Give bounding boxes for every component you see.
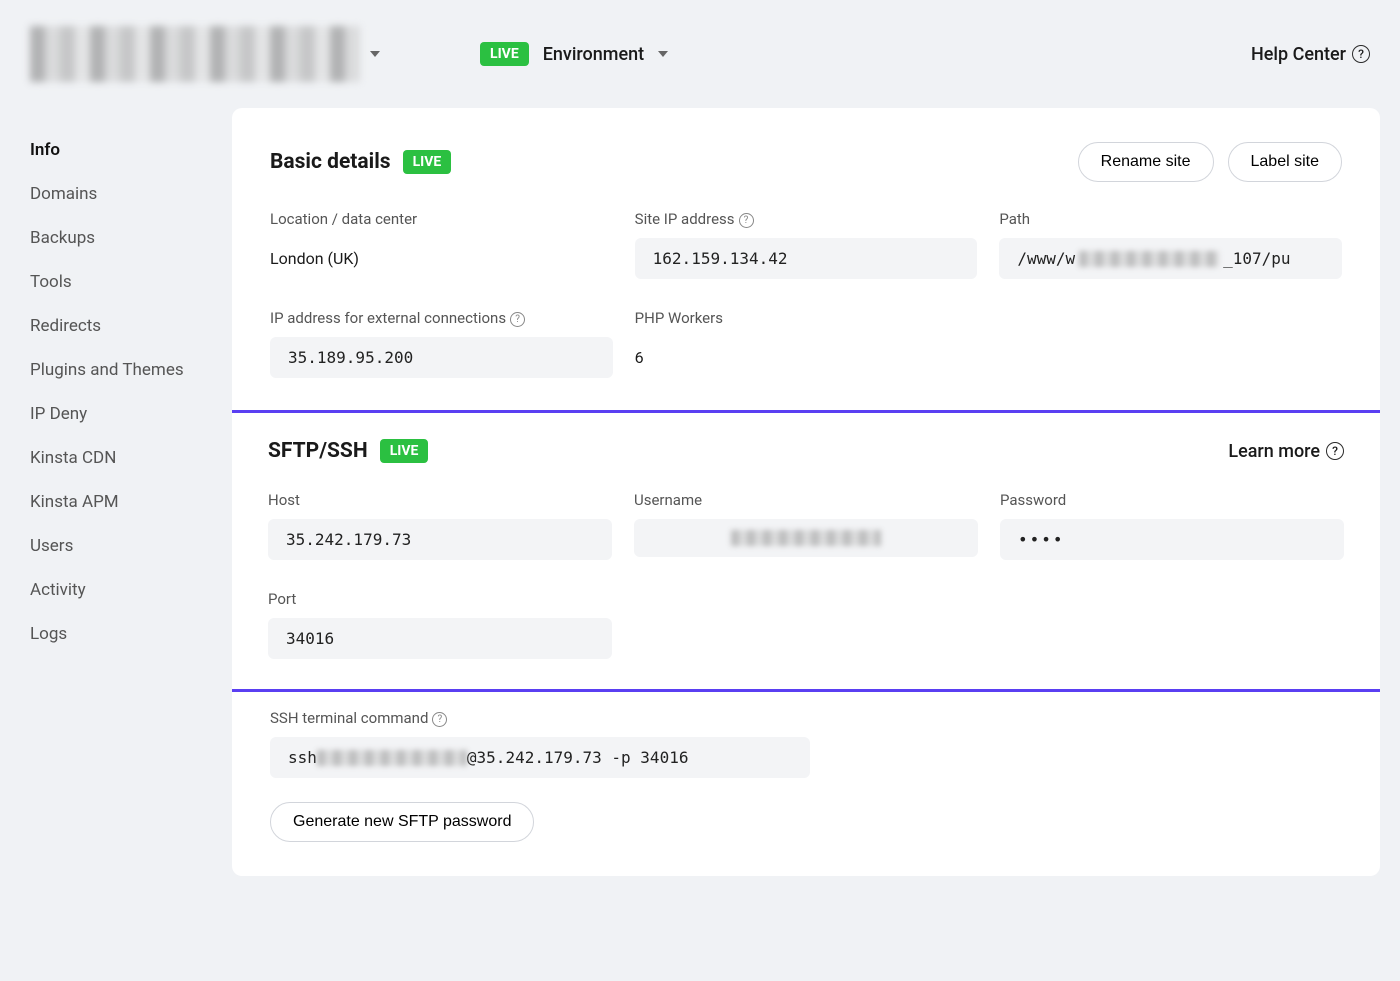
field-value: London (UK) <box>270 238 613 279</box>
sidebar-item-ip-deny[interactable]: IP Deny <box>0 392 232 436</box>
sidebar-item-label: Logs <box>30 624 67 644</box>
sidebar: Info Domains Backups Tools Redirects Plu… <box>0 108 232 876</box>
site-ip-field: Site IP address? 162.159.134.42 <box>635 210 978 279</box>
highlight-box: SFTP/SSH LIVE Learn more ? Host 35.242.1… <box>232 410 1380 692</box>
field-label: Port <box>268 590 612 608</box>
field-label: Host <box>268 491 612 509</box>
sidebar-item-label: Kinsta CDN <box>30 448 116 468</box>
sidebar-item-label: Users <box>30 536 73 556</box>
learn-more-link[interactable]: Learn more ? <box>1228 441 1344 462</box>
field-label: Password <box>1000 491 1344 509</box>
live-badge: LIVE <box>403 150 452 174</box>
sidebar-item-label: Tools <box>30 272 72 292</box>
sidebar-item-label: Backups <box>30 228 95 248</box>
location-field: Location / data center London (UK) <box>270 210 613 279</box>
rename-site-button[interactable]: Rename site <box>1078 142 1214 182</box>
field-label: Site IP address? <box>635 210 978 228</box>
sidebar-item-domains[interactable]: Domains <box>0 172 232 216</box>
path-redacted <box>1079 251 1219 267</box>
php-workers-field: PHP Workers 6 <box>635 309 978 378</box>
sidebar-item-activity[interactable]: Activity <box>0 568 232 612</box>
field-label: IP address for external connections? <box>270 309 613 327</box>
path-field: Path /www/w _107/pu <box>999 210 1342 279</box>
environment-selector[interactable]: LIVE Environment <box>480 42 668 66</box>
field-value[interactable]: 162.159.134.42 <box>635 238 978 279</box>
field-value[interactable]: 35.189.95.200 <box>270 337 613 378</box>
field-value: 6 <box>635 337 978 378</box>
app-header: LIVE Environment Help Center ? <box>0 0 1400 108</box>
help-icon[interactable]: ? <box>510 312 525 327</box>
sidebar-item-label: Kinsta APM <box>30 492 119 512</box>
help-center-link[interactable]: Help Center ? <box>1251 44 1370 65</box>
sidebar-item-users[interactable]: Users <box>0 524 232 568</box>
sidebar-item-logs[interactable]: Logs <box>0 612 232 656</box>
sidebar-item-label: IP Deny <box>30 404 87 424</box>
field-value[interactable]: ssh @35.242.179.73 -p 34016 <box>270 737 810 778</box>
username-redacted <box>731 530 881 546</box>
site-selector[interactable] <box>30 26 420 82</box>
password-field: Password •••• <box>1000 491 1344 560</box>
field-value[interactable] <box>634 519 978 557</box>
field-label: SSH terminal command? <box>270 709 1342 727</box>
sidebar-item-kinsta-cdn[interactable]: Kinsta CDN <box>0 436 232 480</box>
section-title: SFTP/SSH <box>268 439 368 463</box>
ssh-user-redacted <box>317 750 467 766</box>
label-site-button[interactable]: Label site <box>1228 142 1343 182</box>
field-label: PHP Workers <box>635 309 978 327</box>
field-label: Path <box>999 210 1342 228</box>
sidebar-item-plugins-themes[interactable]: Plugins and Themes <box>0 348 232 392</box>
field-label: Location / data center <box>270 210 613 228</box>
chevron-down-icon <box>658 51 668 57</box>
sftp-ssh-section: SFTP/SSH LIVE Learn more ? Host 35.242.1… <box>232 412 1380 876</box>
live-badge: LIVE <box>380 439 429 463</box>
port-field: Port 34016 <box>268 590 612 659</box>
sidebar-item-label: Redirects <box>30 316 101 336</box>
help-icon[interactable]: ? <box>432 712 447 727</box>
sidebar-item-info[interactable]: Info <box>0 128 232 172</box>
help-center-label: Help Center <box>1251 44 1346 65</box>
site-name-redacted <box>30 26 360 82</box>
ext-ip-field: IP address for external connections? 35.… <box>270 309 613 378</box>
sidebar-item-label: Info <box>30 140 60 160</box>
sidebar-item-label: Domains <box>30 184 97 204</box>
host-field: Host 35.242.179.73 <box>268 491 612 560</box>
learn-more-label: Learn more <box>1228 441 1320 462</box>
sidebar-item-redirects[interactable]: Redirects <box>0 304 232 348</box>
basic-details-section: Basic details LIVE Rename site Label sit… <box>232 108 1380 412</box>
live-badge: LIVE <box>480 42 529 66</box>
username-field: Username <box>634 491 978 560</box>
generate-sftp-password-button[interactable]: Generate new SFTP password <box>270 802 534 842</box>
help-icon[interactable]: ? <box>739 213 754 228</box>
help-icon: ? <box>1352 45 1370 63</box>
sidebar-item-backups[interactable]: Backups <box>0 216 232 260</box>
sidebar-item-label: Plugins and Themes <box>30 360 184 380</box>
ssh-command-field: SSH terminal command? ssh @35.242.179.73… <box>270 709 1342 778</box>
main-panel: Basic details LIVE Rename site Label sit… <box>232 108 1380 876</box>
field-label: Username <box>634 491 978 509</box>
field-value[interactable]: /www/w _107/pu <box>999 238 1342 279</box>
section-title: Basic details <box>270 150 391 174</box>
field-value[interactable]: •••• <box>1000 519 1344 560</box>
help-icon: ? <box>1326 442 1344 460</box>
field-value[interactable]: 35.242.179.73 <box>268 519 612 560</box>
sidebar-item-tools[interactable]: Tools <box>0 260 232 304</box>
field-value[interactable]: 34016 <box>268 618 612 659</box>
sidebar-item-label: Activity <box>30 580 86 600</box>
environment-label: Environment <box>543 44 644 65</box>
chevron-down-icon <box>370 51 380 57</box>
sidebar-item-kinsta-apm[interactable]: Kinsta APM <box>0 480 232 524</box>
